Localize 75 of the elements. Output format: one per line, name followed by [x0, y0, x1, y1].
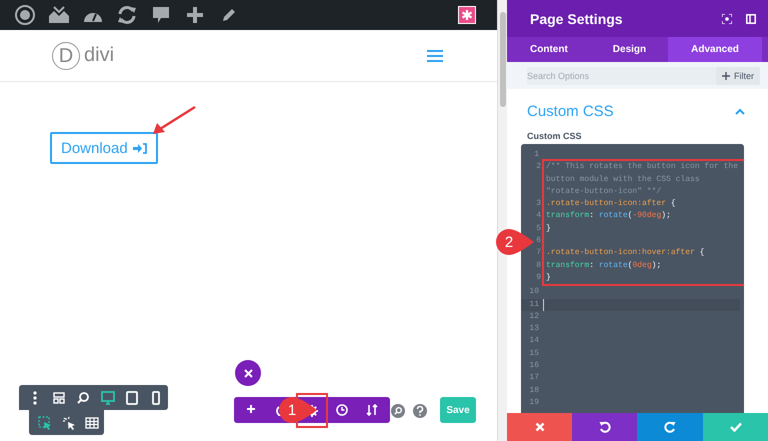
filter-button[interactable]: Filter [716, 66, 760, 84]
builder-button[interactable] [458, 6, 476, 24]
asterisk-icon [461, 9, 473, 21]
line-number: 9 [535, 272, 542, 284]
plus-icon [246, 404, 258, 416]
menu-icon [427, 50, 443, 62]
comment-icon [152, 6, 170, 24]
settings-tab[interactable]: Advanced [668, 37, 762, 62]
line-number: 13 [528, 323, 540, 336]
search-field[interactable]: Search Options [527, 66, 716, 84]
search-icon [394, 407, 402, 415]
logo-mark: D [52, 42, 80, 70]
line-number: 5 [535, 222, 542, 235]
cancel-button[interactable] [507, 413, 572, 441]
line-number: 3 [535, 198, 542, 210]
sign-in-icon [132, 142, 147, 154]
redo-icon [664, 421, 676, 433]
code-line: /** This rotates the button icon for the button module with the CSS class "rotate-button-icon" **/ [545, 161, 740, 198]
panel-title: Page Settings [530, 10, 624, 26]
undo-button[interactable] [572, 413, 637, 441]
line-number: 6 [535, 235, 542, 248]
line-number: 14 [528, 335, 540, 348]
scrollbar-thumb[interactable] [500, 12, 506, 107]
line-number: 19 [528, 396, 540, 409]
grid-icon [85, 416, 100, 430]
expand-icon [722, 14, 732, 24]
code-line: transform: rotate(0deg); [545, 260, 662, 272]
line-number: 15 [528, 348, 540, 360]
line-number: 16 [528, 360, 540, 372]
sidebar-icon [746, 14, 756, 24]
refresh-icon [117, 5, 137, 25]
download-button[interactable]: Download [50, 132, 158, 164]
plus-icon [722, 72, 730, 80]
sort-icon [366, 404, 378, 416]
help-icon [416, 406, 424, 416]
plus-icon [186, 6, 204, 24]
callout-tooltip: 1 [278, 396, 318, 424]
check-icon [730, 422, 742, 432]
fullscreen-button[interactable] [722, 14, 732, 24]
tablet-icon [124, 390, 139, 404]
search-icon [77, 392, 90, 404]
pencil-icon [221, 7, 237, 23]
line-number: 4 [535, 210, 542, 222]
settings-tab[interactable]: Content [507, 37, 590, 62]
code-line: transform: rotate(-90deg); [545, 210, 672, 222]
pointer-click-icon [62, 416, 76, 430]
line-number: 1 [533, 149, 540, 161]
line-number: 11 [528, 298, 540, 311]
wireframe-icon [53, 392, 66, 404]
line-number: 18 [528, 384, 540, 397]
desktop-icon [100, 390, 115, 404]
line-number: 10 [528, 286, 540, 298]
close-icon [534, 422, 544, 432]
settings-button[interactable] [297, 394, 327, 427]
callout-tooltip: 2 [495, 228, 535, 256]
select-icon [38, 416, 52, 430]
field-label: Custom CSS [526, 130, 583, 143]
line-number: 8 [535, 260, 542, 272]
redo-button[interactable] [637, 413, 703, 441]
close-icon [244, 368, 252, 378]
more-icon [33, 390, 38, 404]
line-number: 2 [535, 161, 542, 174]
line-number: 7 [535, 247, 542, 260]
code-line: .rotate-button-icon:hover:after { [545, 247, 706, 260]
code-line: } [545, 222, 552, 235]
code-line: } [545, 272, 552, 284]
logo-text: divi [84, 44, 114, 67]
clock-icon [336, 404, 348, 416]
settings-tab[interactable]: Design [590, 37, 668, 62]
code-line: .rotate-button-icon:after { [545, 198, 677, 210]
line-number: 17 [528, 372, 540, 384]
line-number: 12 [528, 310, 540, 323]
undo-icon [598, 421, 610, 433]
section-title[interactable]: Custom CSS [527, 102, 735, 120]
sidebar-button[interactable] [746, 14, 756, 24]
